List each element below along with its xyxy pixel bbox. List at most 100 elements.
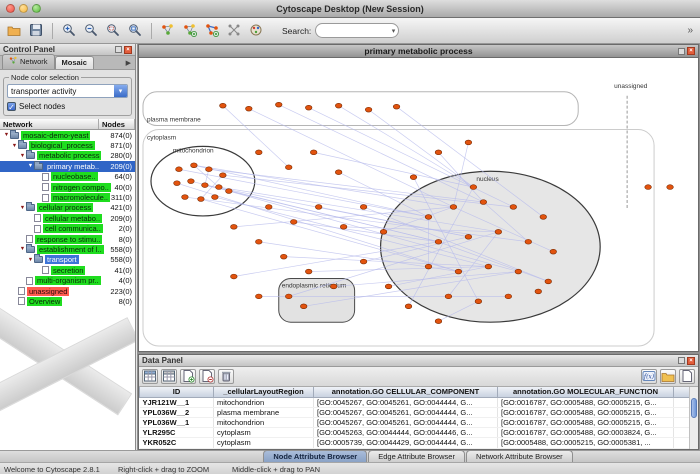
- table-cell[interactable]: [GO:0016787, GO:0005488, GO:0005215, G..…: [498, 397, 674, 407]
- clear-attribute-button[interactable]: [218, 369, 234, 384]
- table-cell[interactable]: YLR295C: [140, 428, 214, 438]
- table-cell[interactable]: cytoplasm: [214, 438, 314, 448]
- new-attribute-button[interactable]: [180, 369, 196, 384]
- table-cell[interactable]: [GO:0005488, GO:0005215, GO:0005381, ...: [498, 438, 674, 448]
- open-session-button[interactable]: [4, 21, 24, 41]
- network-node[interactable]: [305, 105, 312, 110]
- close-panel-icon[interactable]: ×: [124, 46, 132, 54]
- network-node[interactable]: [475, 299, 482, 304]
- network-node[interactable]: [645, 185, 652, 190]
- close-panel-icon[interactable]: ×: [687, 357, 695, 365]
- table-cell[interactable]: mitochondrion: [214, 417, 314, 427]
- network-node[interactable]: [231, 224, 238, 229]
- network-node[interactable]: [285, 165, 292, 170]
- network-node[interactable]: [220, 103, 227, 108]
- expand-icon[interactable]: ▼: [19, 246, 26, 252]
- tree-row[interactable]: ▼biological_process871(0): [0, 140, 135, 150]
- table-cell[interactable]: YDR039C__1: [140, 448, 214, 449]
- new-network-edges-button[interactable]: [202, 21, 222, 41]
- tree-row[interactable]: unassigned223(0): [0, 286, 135, 296]
- zoom-in-button[interactable]: [59, 21, 79, 41]
- tab-network[interactable]: Network: [2, 54, 55, 69]
- table-cell[interactable]: mitochondrion: [214, 397, 314, 407]
- table-cell[interactable]: [GO:0005739, GO:0044429, GO:0044444, G..…: [314, 438, 498, 448]
- network-node[interactable]: [425, 215, 432, 220]
- network-node[interactable]: [515, 269, 522, 274]
- network-node[interactable]: [540, 215, 547, 220]
- frame-close-icon[interactable]: ×: [687, 47, 695, 55]
- tree-row[interactable]: nucleobase..64(0): [0, 172, 135, 182]
- network-node[interactable]: [275, 102, 282, 107]
- table-scrollbar[interactable]: [689, 387, 698, 449]
- table-cell[interactable]: [GO:0016787, GO:0005488, GO:0003824, G..…: [498, 428, 674, 438]
- delete-attribute-button[interactable]: [199, 369, 215, 384]
- network-node[interactable]: [435, 239, 442, 244]
- network-node[interactable]: [480, 200, 487, 205]
- network-node[interactable]: [198, 197, 205, 202]
- network-node[interactable]: [174, 181, 181, 186]
- search-text-input[interactable]: [319, 26, 391, 35]
- table-row[interactable]: YPL036W__2plasma membrane[GO:0045267, GO…: [140, 407, 692, 417]
- table-cell[interactable]: [GO:0016787, GO:0005488, GO:0005215, G..…: [498, 407, 674, 417]
- zoom-out-button[interactable]: [81, 21, 101, 41]
- tree-row[interactable]: macromolecule..311(0): [0, 192, 135, 202]
- network-node[interactable]: [216, 185, 223, 190]
- network-node[interactable]: [290, 219, 297, 224]
- network-node[interactable]: [265, 205, 272, 210]
- column-header[interactable]: _cellularLayoutRegion: [214, 387, 314, 397]
- table-cell[interactable]: YPL036W__1: [140, 417, 214, 427]
- network-node[interactable]: [176, 167, 183, 172]
- network-node[interactable]: [550, 249, 557, 254]
- tab-edge-attribute-browser[interactable]: Edge Attribute Browser: [368, 450, 465, 462]
- formula-button[interactable]: f(x): [641, 369, 657, 384]
- expand-icon[interactable]: ▼: [11, 143, 18, 149]
- network-node[interactable]: [255, 150, 262, 155]
- expand-icon[interactable]: ▼: [27, 163, 34, 169]
- network-node[interactable]: [425, 264, 432, 269]
- network-node[interactable]: [465, 234, 472, 239]
- tree-row[interactable]: cellular metabo..209(0): [0, 213, 135, 223]
- attribute-file-button[interactable]: [679, 369, 695, 384]
- new-network-from-selection-button[interactable]: [180, 21, 200, 41]
- network-node[interactable]: [188, 179, 195, 184]
- network-node[interactable]: [535, 289, 542, 294]
- network-node[interactable]: [226, 189, 233, 194]
- tree-row[interactable]: cell communica..2(0): [0, 224, 135, 234]
- network-node[interactable]: [285, 294, 292, 299]
- network-node[interactable]: [255, 294, 262, 299]
- network-node[interactable]: [405, 304, 412, 309]
- table-row[interactable]: YPL036W__1mitochondrion[GO:0045267, GO:0…: [140, 417, 692, 427]
- network-node[interactable]: [335, 170, 342, 175]
- network-node[interactable]: [470, 185, 477, 190]
- float-panel-icon[interactable]: [678, 357, 685, 364]
- tab-node-attribute-browser[interactable]: Node Attribute Browser: [263, 450, 367, 462]
- tab-mosaic[interactable]: Mosaic: [55, 56, 94, 69]
- search-dropdown-icon[interactable]: ▾: [392, 27, 396, 35]
- table-cell[interactable]: [GO:0005743, GO:0044429, GO:0044444, G..…: [314, 448, 498, 449]
- frame-float-icon[interactable]: [678, 48, 685, 55]
- tree-row[interactable]: response to stimu..8(0): [0, 234, 135, 244]
- tree-row[interactable]: ▼transport558(0): [0, 255, 135, 265]
- network-node[interactable]: [445, 294, 452, 299]
- network-node[interactable]: [220, 173, 227, 178]
- network-node[interactable]: [202, 183, 209, 188]
- table-row[interactable]: YDR039C__1mitochondrion[GO:0005743, GO:0…: [140, 448, 692, 449]
- vizmapper-button[interactable]: [246, 21, 266, 41]
- table-cell[interactable]: YKR052C: [140, 438, 214, 448]
- table-cell[interactable]: plasma membrane: [214, 407, 314, 417]
- network-node[interactable]: [310, 150, 317, 155]
- network-node[interactable]: [315, 205, 322, 210]
- save-session-button[interactable]: [26, 21, 46, 41]
- tree-row[interactable]: ▼cellular process421(0): [0, 203, 135, 213]
- network-node[interactable]: [246, 106, 253, 111]
- tab-network-attribute-browser[interactable]: Network Attribute Browser: [466, 450, 573, 462]
- tree-row[interactable]: Overview8(0): [0, 296, 135, 306]
- table-row[interactable]: YKR052Ccytoplasm[GO:0005739, GO:0044429,…: [140, 438, 692, 448]
- tree-row[interactable]: ▼primary metab..209(0): [0, 161, 135, 171]
- select-nodes-checkbox[interactable]: ✓ Select nodes: [7, 102, 128, 111]
- network-node[interactable]: [305, 269, 312, 274]
- network-node[interactable]: [385, 284, 392, 289]
- network-node[interactable]: [212, 195, 219, 200]
- tab-scroll-right-icon[interactable]: ▶: [124, 59, 133, 69]
- first-neighbors-button[interactable]: [158, 21, 178, 41]
